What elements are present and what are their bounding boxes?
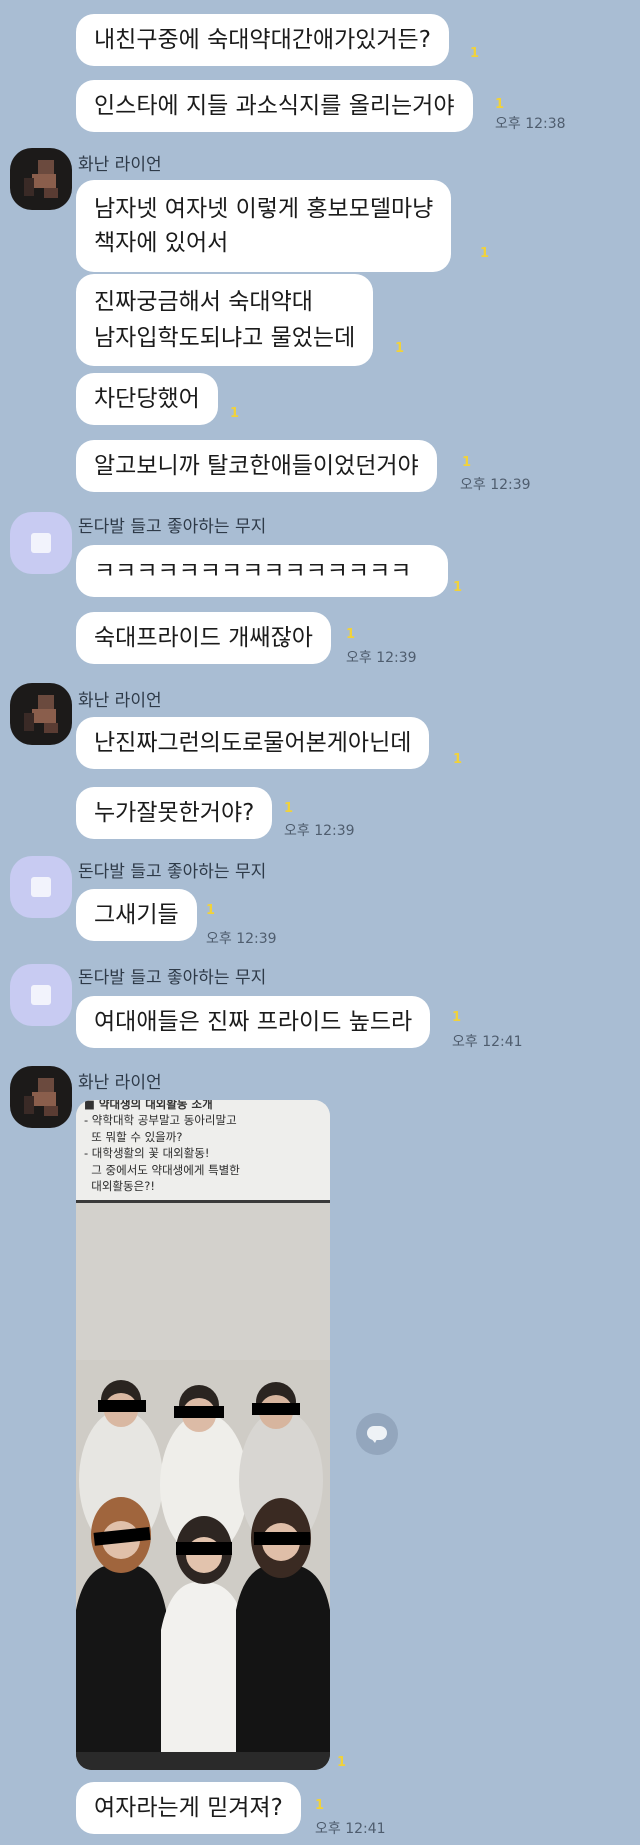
timestamp: 오후 12:39 — [346, 650, 417, 666]
avatar[interactable] — [10, 856, 72, 918]
message-bubble[interactable]: 차단당했어 — [76, 373, 218, 425]
message-bubble[interactable]: 여대애들은 진짜 프라이드 높드라 — [76, 996, 431, 1048]
unread-count: 1 — [453, 752, 463, 767]
message-bubble[interactable]: 알고보니까 탈코한애들이었던거야 — [76, 440, 437, 492]
message-bubble[interactable]: 그새기들 — [76, 889, 197, 941]
photo-message[interactable]: ■ 약대생의 대외활동 소개 - 약학대학 공부말고 동아리말고 또 뭐할 수 … — [76, 1100, 330, 1770]
avatar[interactable] — [10, 148, 72, 210]
unread-count: 1 — [495, 97, 505, 112]
avatar[interactable] — [10, 964, 72, 1026]
photo-background — [76, 1203, 330, 1373]
timestamp: 오후 12:39 — [206, 931, 277, 947]
message-bubble[interactable]: 남자넷 여자넷 이렇게 홍보모델마냥 책자에 있어서 — [76, 180, 452, 272]
unread-count: 1 — [346, 627, 356, 642]
timestamp: 오후 12:39 — [284, 823, 355, 839]
sender-name: 돈다발 들고 좋아하는 무지 — [78, 968, 267, 988]
share-button[interactable] — [356, 1413, 398, 1455]
unread-count: 1 — [315, 1798, 325, 1813]
group-photo — [76, 1360, 330, 1770]
timestamp: 오후 12:41 — [315, 1821, 386, 1837]
message-bubble[interactable]: 인스타에 지들 과소식지를 올리는거야 — [76, 80, 473, 132]
sender-name: 화난 라이언 — [78, 691, 162, 711]
unread-count: 1 — [230, 406, 240, 421]
share-icon-tail — [370, 1437, 378, 1443]
avatar[interactable] — [10, 512, 72, 574]
timestamp: 오후 12:41 — [452, 1034, 523, 1050]
unread-count: 1 — [395, 341, 405, 356]
unread-count: 1 — [462, 455, 472, 470]
unread-count: 1 — [337, 1755, 347, 1770]
unread-count: 1 — [453, 580, 463, 595]
message-bubble[interactable]: 여자라는게 믿겨져? — [76, 1782, 301, 1834]
avatar[interactable] — [10, 683, 72, 745]
brochure-heading: ■ 약대생의 대외활동 소개 — [84, 1100, 213, 1111]
avatar[interactable] — [10, 1066, 72, 1128]
message-bubble[interactable]: ㅋㅋㅋㅋㅋㅋㅋㅋㅋㅋㅋㅋㅋㅋㅋ — [76, 545, 448, 597]
unread-count: 1 — [480, 246, 490, 261]
message-bubble[interactable]: 진짜궁금해서 숙대약대 남자입학도되냐고 물었는데 — [76, 274, 374, 366]
timestamp: 오후 12:39 — [460, 477, 531, 493]
brochure-caption: - 약학대학 공부말고 동아리말고 또 뭐할 수 있을까? - 대학생활의 꽃 … — [84, 1113, 240, 1193]
message-bubble[interactable]: 숙대프라이드 개쌔잖아 — [76, 612, 331, 664]
unread-count: 1 — [470, 46, 480, 61]
timestamp: 오후 12:38 — [495, 116, 566, 132]
brochure-header: ■ 약대생의 대외활동 소개 - 약학대학 공부말고 동아리말고 또 뭐할 수 … — [76, 1100, 330, 1200]
sender-name: 돈다발 들고 좋아하는 무지 — [78, 862, 267, 882]
sender-name: 화난 라이언 — [78, 155, 162, 175]
unread-count: 1 — [284, 801, 294, 816]
message-bubble[interactable]: 누가잘못한거야? — [76, 787, 273, 839]
sender-name: 돈다발 들고 좋아하는 무지 — [78, 517, 267, 537]
message-bubble[interactable]: 난진짜그런의도로물어본게아닌데 — [76, 717, 430, 769]
unread-count: 1 — [206, 903, 216, 918]
message-bubble[interactable]: 내친구중에 숙대약대간애가있거든? — [76, 14, 449, 66]
unread-count: 1 — [452, 1010, 462, 1025]
sender-name: 화난 라이언 — [78, 1073, 162, 1093]
